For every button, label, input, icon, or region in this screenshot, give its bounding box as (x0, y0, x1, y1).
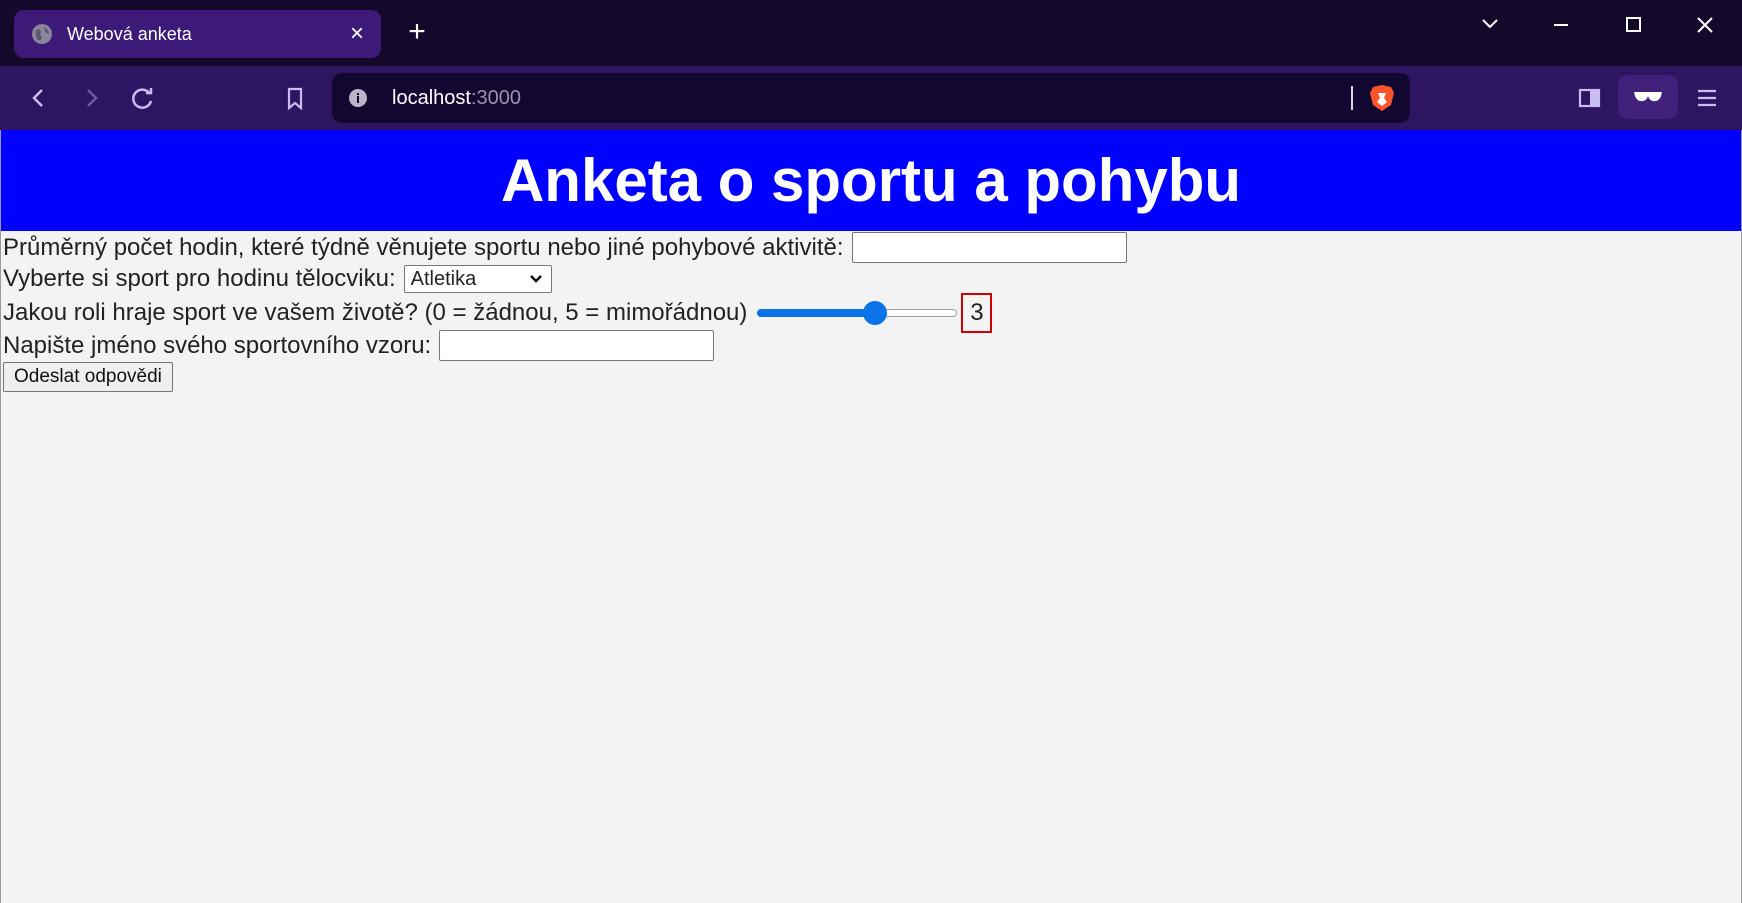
survey-form: Průměrný počet hodin, které týdně věnuje… (1, 231, 1741, 392)
slider-thumb[interactable] (862, 301, 887, 325)
address-bar-divider (1351, 86, 1353, 110)
idol-label: Napište jméno svého sportovního vzoru: (3, 332, 432, 360)
url-host: localhost (392, 87, 471, 109)
hours-input[interactable] (851, 232, 1127, 264)
back-icon[interactable] (22, 81, 56, 115)
hours-label: Průměrný počet hodin, které týdně věnuje… (3, 234, 844, 262)
browser-tab[interactable]: Webová anketa × (14, 10, 381, 58)
question-role: Jakou roli hraje sport ve vašem životě? … (3, 293, 1741, 333)
question-sport: Vyberte si sport pro hodinu tělocviku: At… (3, 262, 1741, 293)
menu-icon[interactable] (1690, 81, 1724, 115)
tab-title: Webová anketa (67, 24, 192, 44)
url-port: :3000 (470, 87, 521, 109)
sidebar-icon[interactable] (1572, 81, 1606, 115)
chevron-down-icon (529, 274, 542, 283)
question-idol: Napište jméno svého sportovního vzoru: (3, 329, 1741, 362)
reload-icon[interactable] (126, 81, 160, 115)
tab-list-chevron-icon[interactable] (1470, 10, 1510, 40)
reader-mode-button[interactable] (1618, 75, 1678, 119)
page-title: Anketa o sportu a pohybu (1, 130, 1741, 231)
globe-icon (32, 24, 52, 44)
role-slider[interactable] (757, 295, 958, 331)
submit-row: Odeslat odpovědi (3, 360, 1741, 392)
address-bar[interactable]: localhost:3000 (332, 73, 1410, 123)
minimize-icon[interactable] (1541, 10, 1581, 40)
idol-input[interactable] (439, 330, 715, 362)
url-text: localhost:3000 (392, 87, 521, 109)
glasses-icon (1634, 92, 1662, 102)
info-icon[interactable] (348, 88, 368, 108)
brave-shield-icon[interactable] (1369, 84, 1395, 112)
question-hours: Průměrný počet hodin, které týdně věnuje… (3, 231, 1741, 264)
forward-icon[interactable] (74, 81, 108, 115)
slider-fill (757, 309, 875, 317)
role-value-display: 3 (961, 293, 993, 333)
new-tab-button[interactable]: + (402, 17, 432, 47)
maximize-icon[interactable] (1613, 10, 1653, 40)
submit-button[interactable]: Odeslat odpovědi (3, 362, 173, 392)
sport-selected-value: Atletika (410, 267, 477, 290)
sport-label: Vyberte si sport pro hodinu tělocviku: (3, 265, 396, 293)
role-label: Jakou roli hraje sport ve vašem životě? … (3, 299, 748, 326)
bookmark-icon[interactable] (278, 81, 312, 115)
toolbar: localhost:3000 (0, 66, 1742, 130)
close-tab-icon[interactable]: × (345, 22, 369, 46)
close-window-icon[interactable] (1685, 10, 1725, 40)
title-bar: Webová anketa × + (0, 0, 1742, 66)
sport-select[interactable]: Atletika (403, 264, 552, 293)
page-content: Anketa o sportu a pohybu Průměrný počet … (0, 130, 1742, 903)
